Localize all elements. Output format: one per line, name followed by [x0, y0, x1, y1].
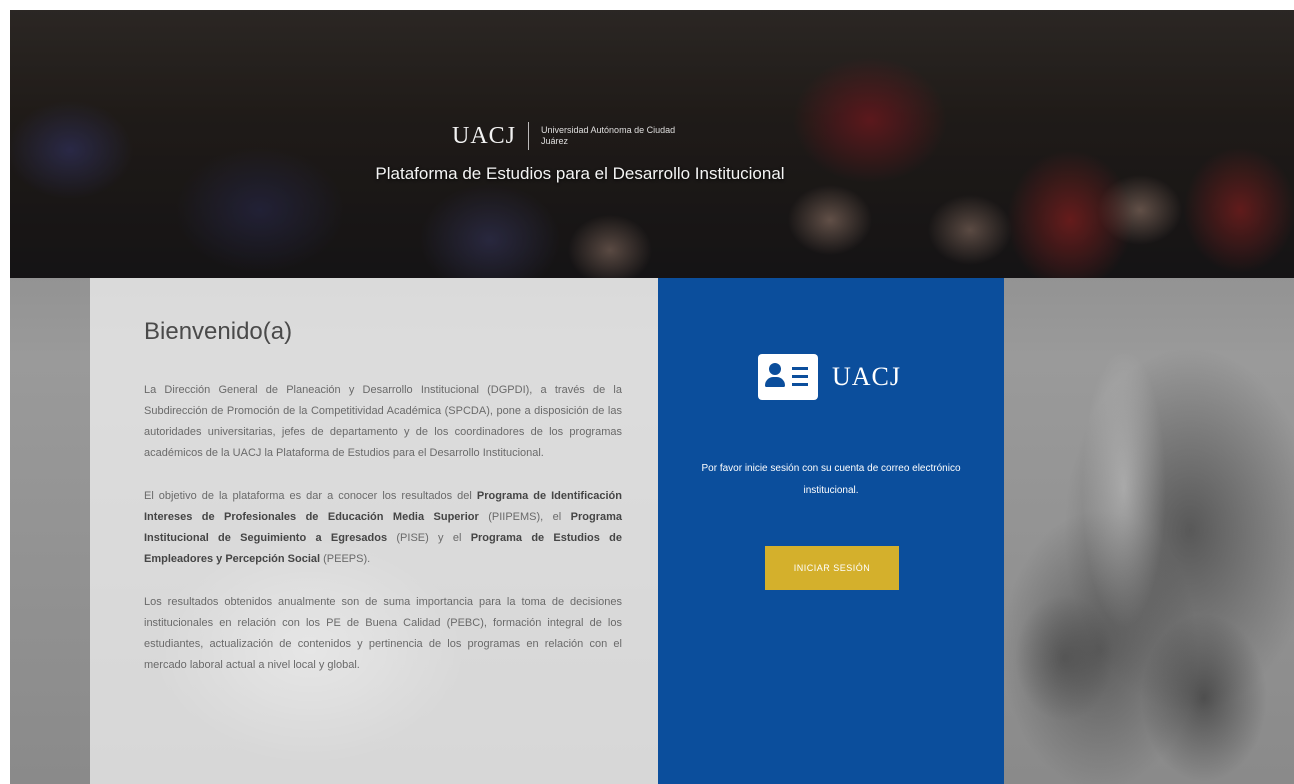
background-photo-right — [1004, 278, 1294, 784]
p2-mid-2: (PISE) y el — [387, 532, 471, 544]
welcome-paragraph-3: Los resultados obtenidos anualmente son … — [144, 596, 622, 671]
welcome-paragraph-2: El objetivo de la plataforma es dar a co… — [144, 486, 622, 570]
p2-intro: El objetivo de la plataforma es dar a co… — [144, 490, 477, 502]
platform-title: Plataforma de Estudios para el Desarroll… — [375, 164, 785, 183]
login-brand: UACJ — [832, 362, 902, 391]
login-card: UACJ Por favor inicie sesión con su cuen… — [658, 278, 1004, 784]
login-button[interactable]: INICIAR SESIÓN — [765, 546, 899, 590]
p2-end: (PEEPS). — [320, 553, 371, 565]
welcome-panel: Bienvenido(a) La Dirección General de Pl… — [90, 278, 658, 784]
page: UACJ Universidad Autónoma de Ciudad Juár… — [10, 10, 1294, 784]
id-card-icon — [758, 354, 818, 400]
uacj-logo-subtitle: Universidad Autónoma de Ciudad Juárez — [541, 125, 676, 146]
login-message: Por favor inicie sesión con su cuenta de… — [701, 463, 961, 496]
welcome-paragraph-1: La Dirección General de Planeación y Des… — [144, 384, 622, 459]
p2-mid-1: (PIIPEMS), el — [478, 511, 571, 523]
welcome-heading: Bienvenido(a) — [144, 318, 293, 345]
hero-banner: UACJ Universidad Autónoma de Ciudad Juár… — [10, 10, 1294, 278]
logo-divider — [528, 122, 530, 150]
login-logo: UACJ — [758, 354, 901, 400]
uacj-logo-text: UACJ — [452, 122, 517, 149]
hero-logo: UACJ Universidad Autónoma de Ciudad Juár… — [452, 118, 691, 154]
